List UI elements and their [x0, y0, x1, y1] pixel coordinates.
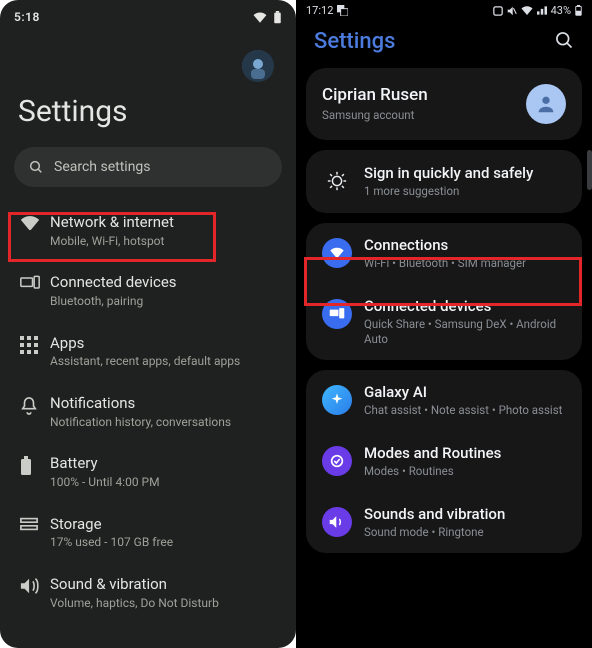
- row-title: Sounds and vibration: [364, 505, 566, 523]
- row-sub: Modes • Routines: [364, 464, 566, 479]
- account-card[interactable]: Ciprian Rusen Samsung account: [306, 68, 582, 140]
- row-connected-devices[interactable]: Connected devices Quick Share • Samsung D…: [306, 284, 582, 360]
- row-title: Galaxy AI: [364, 383, 566, 401]
- row-sub: Wi-Fi • Bluetooth • SIM manager: [364, 256, 566, 271]
- samsung-settings-screen: 17:12 43% Settings Ciprian Rusen: [296, 0, 592, 648]
- card-title: Sign in quickly and safely: [364, 164, 566, 182]
- ai-icon: [322, 385, 352, 415]
- item-title: Network & internet: [50, 213, 286, 232]
- tip-icon: [322, 166, 352, 196]
- item-notifications[interactable]: Notifications Notification history, conve…: [14, 382, 294, 442]
- item-apps[interactable]: AppsAssistant, recent apps, default apps: [14, 322, 294, 382]
- devices-icon: [20, 273, 50, 291]
- item-network-internet[interactable]: Network & internet Mobile, Wi-Fi, hotspot: [14, 201, 294, 261]
- row-sounds-vibration[interactable]: Sounds and vibration Sound mode • Rington…: [306, 492, 582, 553]
- page-title: Settings: [0, 82, 296, 147]
- search-button[interactable]: [554, 30, 574, 54]
- row-galaxy-ai[interactable]: Galaxy AI Chat assist • Note assist • Pho…: [306, 370, 582, 431]
- status-time: 5:18: [14, 10, 40, 24]
- status-time: 17:12: [306, 4, 333, 17]
- group-connections: Connections Wi-Fi • Bluetooth • SIM manag…: [306, 223, 582, 360]
- row-title: Connections: [364, 236, 566, 254]
- mute-icon: [507, 6, 517, 16]
- battery-icon: [273, 11, 282, 24]
- row-title: Modes and Routines: [364, 444, 566, 462]
- card-sub: 1 more suggestion: [364, 184, 566, 199]
- item-title: Notifications: [50, 394, 286, 413]
- search-icon: [554, 30, 574, 50]
- signal-icon: [537, 6, 547, 15]
- item-subtitle: 100% - Until 4:00 PM: [50, 475, 286, 491]
- row-sub: Sound mode • Ringtone: [364, 525, 566, 540]
- sound-icon: [322, 507, 352, 537]
- routines-icon: [322, 446, 352, 476]
- item-title: Connected devices: [50, 273, 286, 292]
- item-subtitle: Bluetooth, pairing: [50, 294, 286, 310]
- account-avatar: [526, 84, 566, 124]
- status-bar: 5:18: [0, 0, 296, 28]
- item-subtitle: Notification history, conversations: [50, 415, 286, 431]
- apps-icon: [20, 334, 50, 354]
- item-subtitle: Volume, haptics, Do Not Disturb: [50, 596, 286, 612]
- item-sound-vibration[interactable]: Sound & vibration Volume, haptics, Do Not…: [14, 563, 294, 623]
- row-sub: Quick Share • Samsung DeX • Android Auto: [364, 317, 566, 347]
- item-subtitle: Mobile, Wi-Fi, hotspot: [50, 234, 286, 250]
- wifi-icon: [521, 6, 533, 15]
- item-title: Apps: [50, 334, 286, 353]
- scroll-indicator[interactable]: [587, 150, 592, 190]
- row-connections[interactable]: Connections Wi-Fi • Bluetooth • SIM manag…: [306, 223, 582, 284]
- screenshot-icon: [337, 5, 348, 16]
- item-title: Storage: [50, 515, 286, 534]
- bell-icon: [20, 394, 50, 416]
- item-title: Sound & vibration: [50, 575, 286, 594]
- item-title: Battery: [50, 454, 286, 473]
- row-modes-routines[interactable]: Modes and Routines Modes • Routines: [306, 431, 582, 492]
- profile-avatar[interactable]: [242, 50, 274, 82]
- signin-card[interactable]: Sign in quickly and safely 1 more sugges…: [306, 150, 582, 213]
- item-connected-devices[interactable]: Connected devices Bluetooth, pairing: [14, 261, 294, 321]
- battery-percent: 43%: [551, 4, 571, 17]
- devices-icon: [322, 299, 352, 329]
- item-battery[interactable]: Battery 100% - Until 4:00 PM: [14, 442, 294, 502]
- row-sub: Chat assist • Note assist • Photo assist: [364, 403, 566, 418]
- item-subtitle: 17% used - 107 GB free: [50, 535, 286, 551]
- search-placeholder: Search settings: [54, 159, 151, 175]
- status-bar: 17:12 43%: [296, 0, 592, 19]
- storage-icon: [20, 515, 50, 531]
- page-title: Settings: [314, 29, 395, 54]
- search-icon: [28, 159, 44, 175]
- item-subtitle: Assistant, recent apps, default apps: [50, 354, 286, 370]
- group-features: Galaxy AI Chat assist • Note assist • Pho…: [306, 370, 582, 553]
- nfc-icon: [493, 6, 503, 16]
- battery-icon: [575, 5, 582, 16]
- search-input[interactable]: Search settings: [14, 147, 282, 187]
- battery-icon: [20, 454, 50, 476]
- wifi-icon: [322, 238, 352, 268]
- item-storage[interactable]: Storage17% used - 107 GB free: [14, 503, 294, 563]
- wifi-icon: [20, 213, 50, 231]
- wifi-icon: [253, 12, 267, 23]
- header: Settings: [296, 19, 592, 68]
- pixel-settings-screen: 5:18 Settings Search settings Network & …: [0, 0, 296, 648]
- row-title: Connected devices: [364, 297, 566, 315]
- person-icon: [535, 93, 557, 115]
- account-sub: Samsung account: [322, 108, 526, 123]
- settings-list: Network & internet Mobile, Wi-Fi, hotspot…: [0, 201, 296, 623]
- account-name: Ciprian Rusen: [322, 85, 526, 105]
- sound-icon: [20, 575, 50, 595]
